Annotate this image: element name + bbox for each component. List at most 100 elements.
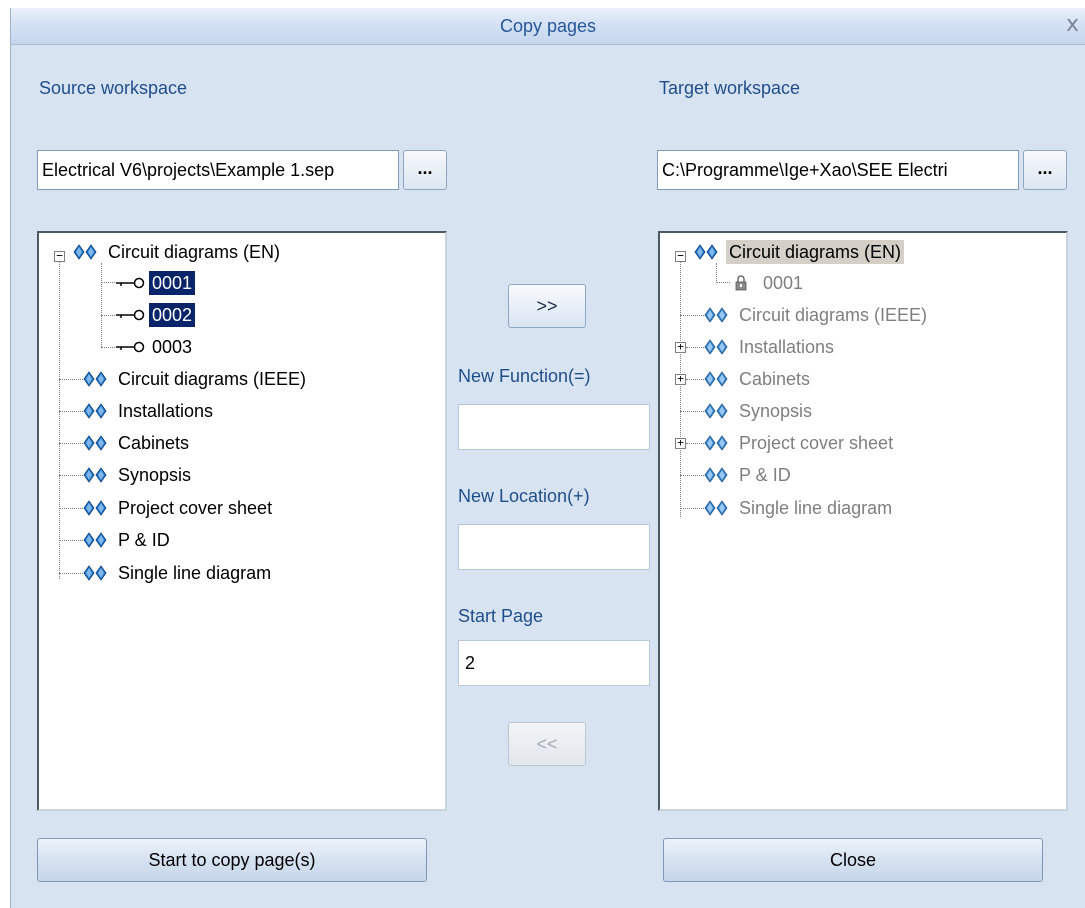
expand-icon[interactable]: + [675,341,686,353]
tree-page-0002[interactable]: 0002 [115,301,197,329]
tree-line [101,315,115,316]
target-path-input[interactable]: C:\Programme\Ige+Xao\SEE Electri [657,150,1019,190]
target-tree-item-synopsis[interactable]: Synopsis [704,397,815,425]
collapse-icon[interactable]: − [675,250,686,262]
tree-line [680,508,704,509]
folder-icon [704,500,730,516]
tree-item-label: Cabinets [739,369,811,389]
folder-icon [83,371,109,387]
target-tree-item-installations[interactable]: Installations [704,333,837,361]
source-tree[interactable]: − Circuit diagrams (EN) 0001 0002 0003 C… [37,231,447,811]
folder-icon [704,435,730,451]
tree-item-project-cover-sheet[interactable]: Project cover sheet [83,494,275,522]
target-tree[interactable]: − Circuit diagrams (EN) 0001 Circuit dia… [658,231,1068,811]
folder-icon [704,403,730,419]
tree-item-label: Installations [118,401,214,421]
tree-line [59,508,83,509]
tree-item-label: Circuit diagrams (IEEE) [118,369,307,389]
tree-line [680,411,704,412]
tree-item-label: Project cover sheet [739,433,894,453]
close-button[interactable]: Close [663,838,1043,882]
target-workspace-label: Target workspace [659,78,801,98]
target-tree-item-project-cover-sheet[interactable]: Project cover sheet [704,429,896,457]
tree-item-label: Circuit diagrams (EN) [108,242,281,262]
target-tree-item-circuit-diagrams-ieee[interactable]: Circuit diagrams (IEEE) [704,301,930,329]
tree-line [101,263,102,347]
folder-icon [704,371,730,387]
tree-item-label: Cabinets [118,433,190,453]
new-function-input[interactable] [458,404,650,450]
tree-item-label: P & ID [118,530,170,550]
tree-item-cabinets[interactable]: Cabinets [83,429,192,457]
tree-line [59,411,83,412]
target-tree-item-circuit-diagrams-en[interactable]: Circuit diagrams (EN) [694,238,905,266]
tree-line [686,347,704,348]
tree-item-label: 0003 [152,337,193,357]
tree-item-installations[interactable]: Installations [83,397,216,425]
tree-line [59,379,83,380]
tree-item-label: Project cover sheet [118,498,273,518]
tree-item-circuit-diagrams-ieee[interactable]: Circuit diagrams (IEEE) [83,365,309,393]
add-to-target-button[interactable]: >> [508,284,586,328]
source-browse-button[interactable]: ... [403,150,447,190]
tree-item-label: Single line diagram [739,498,893,518]
tree-item-label: 0001 [763,273,804,293]
tree-line [59,475,83,476]
tree-line [716,263,717,283]
tree-item-label: Synopsis [118,465,192,485]
start-page-label: Start Page [458,606,544,626]
tree-item-label: 0001 [147,270,197,296]
remove-from-target-button[interactable]: << [508,722,586,766]
folder-icon [83,500,109,516]
start-page-input[interactable]: 2 [458,640,650,686]
tree-line [59,573,83,574]
tree-line [59,443,83,444]
new-location-input[interactable] [458,524,650,570]
target-tree-page-0001[interactable]: 0001 [732,269,806,297]
target-tree-item-single-line-diagram[interactable]: Single line diagram [704,494,895,522]
tree-item-p-and-id[interactable]: P & ID [83,526,173,554]
tree-line [680,475,704,476]
folder-icon [704,307,730,323]
lock-icon [732,275,750,291]
target-tree-item-p-and-id[interactable]: P & ID [704,461,794,489]
folder-icon [73,244,99,260]
tree-item-label: Installations [739,337,835,357]
tree-item-single-line-diagram[interactable]: Single line diagram [83,559,274,587]
tree-item-label: Synopsis [739,401,813,421]
tree-page-0001[interactable]: 0001 [115,269,197,297]
tree-line [101,282,115,283]
page-key-icon [115,307,145,323]
start-copy-button[interactable]: Start to copy page(s) [37,838,427,882]
folder-icon [83,467,109,483]
tree-item-circuit-diagrams-en[interactable]: Circuit diagrams (EN) [73,238,283,266]
dialog-title: Copy pages [499,16,597,36]
copy-pages-dialog: Copy pages x Source workspace Electrical… [10,8,1085,908]
tree-line [59,257,60,579]
folder-icon [694,244,720,260]
tree-line [686,443,704,444]
tree-item-label: Single line diagram [118,563,272,583]
folder-icon [704,339,730,355]
close-icon[interactable]: x [1066,12,1079,37]
page-key-icon [115,339,145,355]
folder-icon [704,467,730,483]
source-workspace-label: Source workspace [39,78,188,98]
tree-item-synopsis[interactable]: Synopsis [83,461,194,489]
target-browse-button[interactable]: ... [1023,150,1067,190]
tree-item-label: Circuit diagrams (EN) [726,240,905,264]
expand-icon[interactable]: + [675,373,686,385]
expand-icon[interactable]: + [675,437,686,449]
collapse-icon[interactable]: − [54,250,65,262]
tree-line [716,282,730,283]
tree-page-0003[interactable]: 0003 [115,333,195,361]
tree-item-label: 0002 [147,302,197,328]
tree-line [101,347,115,348]
source-path-input[interactable]: Electrical V6\projects\Example 1.sep [37,150,399,190]
target-tree-item-cabinets[interactable]: Cabinets [704,365,813,393]
tree-item-label: P & ID [739,465,791,485]
folder-icon [83,403,109,419]
title-bar: Copy pages x [11,8,1085,45]
folder-icon [83,565,109,581]
tree-line [686,379,704,380]
